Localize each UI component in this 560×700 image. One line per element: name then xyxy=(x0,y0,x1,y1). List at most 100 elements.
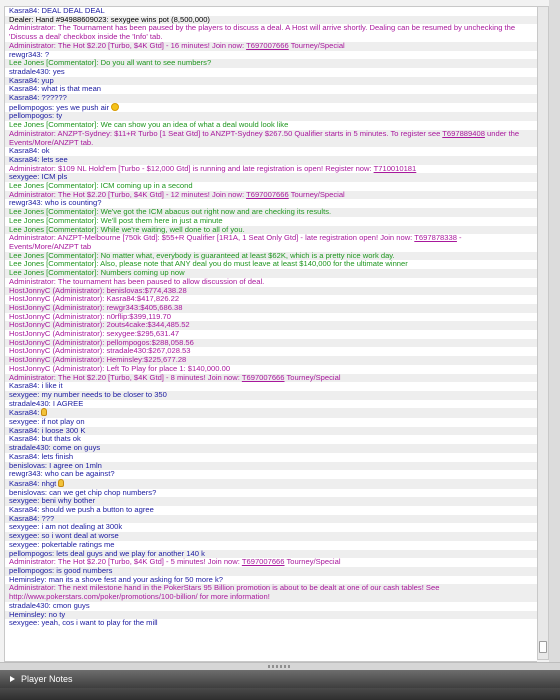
chat-line: Kasra84: i loose 300 K xyxy=(5,425,537,436)
chat-message-tail: Tourney/Special xyxy=(284,372,341,382)
chat-log[interactable]: Kasra84: DEAL DEAL DEAL Dealer: Hand #949… xyxy=(4,6,537,662)
chat-line: Kasra84: ok xyxy=(5,146,537,156)
chat-message-text: HostJonnyC (Administrator): benislovas:$… xyxy=(9,285,187,295)
chat-message-text: Administrator: ANZPT-Sydney: $11+R Turbo… xyxy=(9,128,443,138)
chat-message-text: HostJonnyC (Administrator): rewgr343:$40… xyxy=(9,302,183,312)
thumbs-up-emoticon-icon xyxy=(41,408,48,417)
chat-message-text: Kasra84: should we push a button to agre… xyxy=(9,505,154,515)
chat-message-text: sexygee: i am not dealing at 300k xyxy=(9,522,123,532)
chat-message-text: HostJonnyC (Administrator): 2outs4cake:$… xyxy=(9,320,190,330)
player-notes-toggle[interactable]: Player Notes xyxy=(0,670,560,688)
chat-message-text: Administrator: The next milestone hand i… xyxy=(9,583,440,602)
chat-message-text: Lee Jones [Commentator]: ICM coming up i… xyxy=(9,181,193,191)
chat-message-text: Administrator: $109 NL Hold'em [Turbo - … xyxy=(9,163,374,173)
player-notes-label: Player Notes xyxy=(21,674,73,684)
chat-line: Kasra84: xyxy=(5,408,537,419)
chat-message-text: stradale430: cmon guys xyxy=(9,600,90,610)
chat-message-text: Lee Jones [Commentator]: Numbers coming … xyxy=(9,268,185,278)
window-edge xyxy=(549,0,560,662)
chat-message-text: rewgr343: ? xyxy=(9,49,50,59)
chat-message-text: sexygee: so i wont deal at worse xyxy=(9,531,119,541)
chat-message-text: sexygee: pokertable ratings me xyxy=(9,539,115,549)
chat-line: Lee Jones [Commentator]: Do you all want… xyxy=(5,58,537,68)
chat-message-text: pellompogos: is good numbers xyxy=(9,566,113,575)
chat-line: rewgr343: who can be against? xyxy=(5,469,537,479)
chat-message-text: stradale430: yes xyxy=(9,66,65,76)
chat-message-tail: Tourney/Special xyxy=(284,557,341,567)
chat-message-text: Lee Jones [Commentator]: Do you all want… xyxy=(9,58,212,68)
chat-message-text: stradale430: come on guys xyxy=(9,443,101,453)
chat-message-text: pellompogos: yes we push air xyxy=(9,102,110,112)
chat-message-text: Kasra84: nhgt xyxy=(9,478,57,488)
chat-message-text: Administrator: The Hot $2.20 [Turbo, $4K… xyxy=(9,40,247,50)
chat-message-text: sexygee: beni why bother xyxy=(9,496,96,506)
chat-line: Administrator: The Tournament has been p… xyxy=(5,24,537,41)
chat-message-text: Lee Jones [Commentator]: We can show you… xyxy=(9,120,289,130)
chat-message-text: Lee Jones [Commentator]: No matter what,… xyxy=(9,250,395,260)
chat-message-text: Lee Jones [Commentator]: Also, please no… xyxy=(9,259,408,269)
chat-message-text: rewgr343: who can be against? xyxy=(9,469,115,479)
chat-line: Administrator: The next milestone hand i… xyxy=(5,583,537,602)
chat-message-text: Kasra84: yup xyxy=(9,75,54,85)
chat-line: Administrator: $109 NL Hold'em [Turbo - … xyxy=(5,163,537,174)
chat-message-text: Administrator: The Hot $2.20 [Turbo, $4K… xyxy=(9,372,242,382)
chat-message-text: Kasra84: ??? xyxy=(9,513,55,523)
chat-line: Kasra84: what is that mean xyxy=(5,84,537,94)
tourney-link[interactable]: T710010181 xyxy=(374,164,417,173)
chat-line: Administrator: ANZPT-Sydney: $11+R Turbo… xyxy=(5,128,537,148)
chat-message-text: Administrator: ANZPT-Melbourne [750k Gtd… xyxy=(9,233,415,243)
chat-message-text: Kasra84: what is that mean xyxy=(9,84,102,94)
chat-message-text: Kasra84: lets see xyxy=(9,154,68,164)
chat-message-text: Kasra84: xyxy=(9,408,40,418)
chat-line: Administrator: The Hot $2.20 [Turbo, $4K… xyxy=(5,40,537,51)
chat-message-text: Lee Jones [Commentator]: While we're wai… xyxy=(9,224,245,234)
chat-message-text: Dealer: Hand #94988609023: sexygee wins … xyxy=(9,14,210,24)
chat-message-text: Kasra84: i loose 300 K xyxy=(9,425,86,435)
chat-message-text: HostJonnyC (Administrator): n0rflip:$399… xyxy=(9,311,171,321)
chat-message-text: Kasra84: but thats ok xyxy=(9,434,81,444)
chat-message-text: HostJonnyC (Administrator): stradale430:… xyxy=(9,346,191,356)
tourney-link[interactable]: T697007666 xyxy=(242,373,285,382)
chat-message-text: Administrator: The Tournament has been p… xyxy=(9,23,516,42)
chat-line: stradale430: cmon guys xyxy=(5,600,537,611)
chat-line: stradale430: yes xyxy=(5,66,537,77)
chat-message-text: Kasra84: DEAL DEAL DEAL xyxy=(9,6,105,15)
chat-message-text: Administrator: The Hot $2.20 [Turbo, $4K… xyxy=(9,557,242,567)
chat-message-tail: Tourney/Special xyxy=(288,40,345,50)
chat-message-text: Administrator: The tournament has been p… xyxy=(9,276,265,286)
chat-line: sexygee: yeah, cos i want to play for th… xyxy=(5,618,537,628)
chat-message-text: benislovas: can we get chip chop numbers… xyxy=(9,487,157,497)
chat-message-text: HostJonnyC (Administrator): Heminsley:$2… xyxy=(9,355,187,365)
chat-message-text: rewgr343: who is counting? xyxy=(9,198,102,208)
tourney-link[interactable]: T697007666 xyxy=(246,190,289,199)
chat-message-text: sexygee: ICM pls xyxy=(9,172,68,182)
chat-line: Administrator: ANZPT-Melbourne [750k Gtd… xyxy=(5,233,537,251)
chat-message-text: sexygee: yeah, cos i want to play for th… xyxy=(9,618,158,628)
scrollbar-track[interactable] xyxy=(538,7,548,659)
chat-message-text: Kasra84: ok xyxy=(9,146,50,156)
chat-message-tail: Tourney/Special xyxy=(288,189,345,199)
chat-message-text: HostJonnyC (Administrator): sexygee:$295… xyxy=(9,329,180,339)
chat-line: Administrator: The Hot $2.20 [Turbo, $4K… xyxy=(5,372,537,383)
chat-scrollbar[interactable] xyxy=(537,6,549,660)
chat-message-text: Lee Jones [Commentator]: We've got the I… xyxy=(9,207,332,217)
expand-triangle-icon xyxy=(10,676,15,682)
panel-resize-handle[interactable] xyxy=(0,662,560,670)
chat-line: Kasra84: ?????? xyxy=(5,93,537,103)
chat-message-text: Kasra84: ?????? xyxy=(9,93,67,103)
tourney-link[interactable]: T697889408 xyxy=(442,129,485,138)
chat-message-text: HostJonnyC (Administrator): Kasra84:$417… xyxy=(9,294,180,304)
tourney-link[interactable]: T697007666 xyxy=(242,557,285,566)
tourney-link[interactable]: T697878338 xyxy=(414,233,457,242)
chat-message-text: HostJonnyC (Administrator): pellompogos:… xyxy=(9,337,194,347)
chat-line: stradale430: come on guys xyxy=(5,443,537,453)
scrollbar-thumb[interactable] xyxy=(539,641,547,653)
chat-message-text: Lee Jones [Commentator]: We'll post them… xyxy=(9,215,223,225)
chat-message-text: HostJonnyC (Administrator): Left To Play… xyxy=(9,363,231,373)
tourney-link[interactable]: T697007666 xyxy=(246,41,289,50)
chat-message-text: pellompogos: ty xyxy=(9,111,63,121)
chat-line: pellompogos: yes we push air xyxy=(5,102,537,113)
thumbs-up-emoticon-icon xyxy=(58,478,65,487)
chat-line: sexygee: my number needs to be closer to… xyxy=(5,390,537,400)
chat-line: stradale430: I AGREE xyxy=(5,399,537,409)
